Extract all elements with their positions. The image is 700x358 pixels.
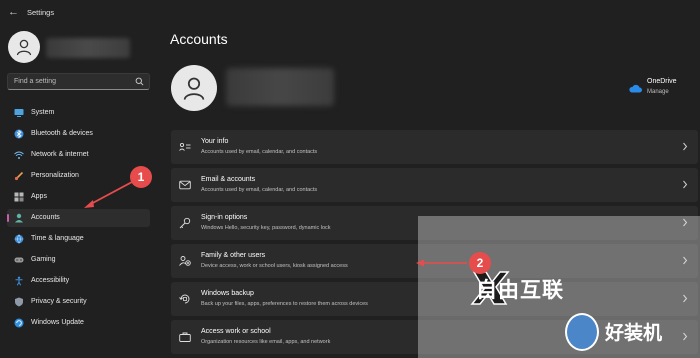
annotation-badge-2: 2: [469, 252, 491, 274]
annotation-arrows: [84, 181, 467, 267]
annotation-badge-1: 1: [130, 166, 152, 188]
